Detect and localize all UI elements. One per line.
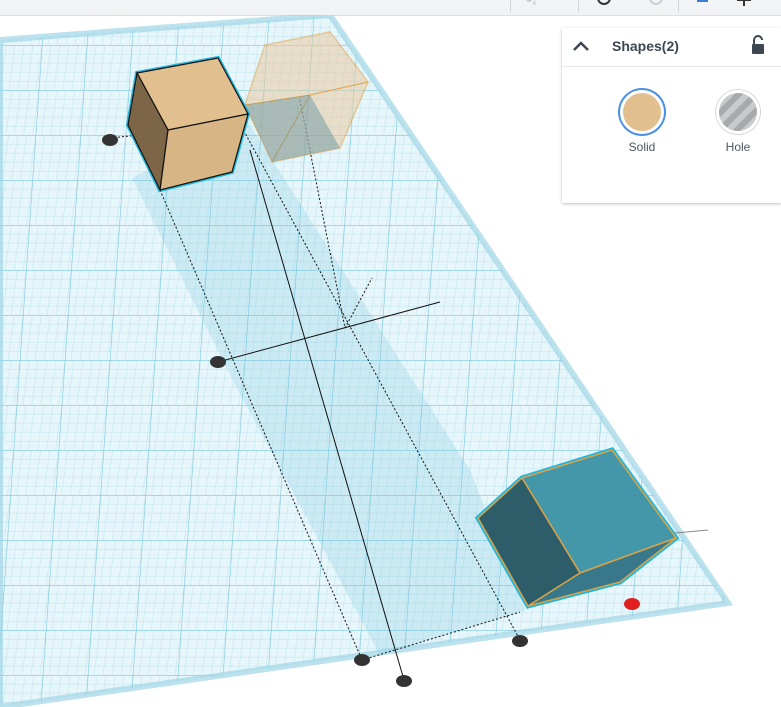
ring-icon[interactable] <box>647 0 665 10</box>
chevron-up-icon[interactable] <box>570 37 592 57</box>
handle-active <box>624 598 640 610</box>
hole-swatch-icon <box>716 90 760 134</box>
handle-bottom-left <box>354 654 370 666</box>
handle-bottom-mid <box>396 675 412 687</box>
shape-inspector-panel: Shapes(2) Solid Hole <box>562 28 781 203</box>
toolbar-divider <box>678 0 679 12</box>
hole-label: Hole <box>725 140 751 154</box>
toolbar-divider <box>510 0 511 12</box>
solid-swatch-icon <box>620 90 664 134</box>
align-icon[interactable] <box>692 0 710 10</box>
panel-header: Shapes(2) <box>562 28 781 67</box>
rotate-icon[interactable] <box>595 0 613 10</box>
handle-top-left <box>102 134 118 146</box>
toolbar-divider <box>578 0 579 12</box>
panel-title: Shapes(2) <box>612 38 679 54</box>
solid-label: Solid <box>628 140 656 154</box>
handle-bottom-right <box>512 635 528 647</box>
solid-option[interactable]: Solid <box>612 90 672 154</box>
handle-mid-left <box>210 356 226 368</box>
hole-option[interactable]: Hole <box>708 90 768 154</box>
mirror-icon[interactable] <box>735 0 753 10</box>
light-icon[interactable] <box>520 0 538 10</box>
lock-open-icon[interactable] <box>749 34 767 56</box>
top-toolbar <box>0 0 781 16</box>
